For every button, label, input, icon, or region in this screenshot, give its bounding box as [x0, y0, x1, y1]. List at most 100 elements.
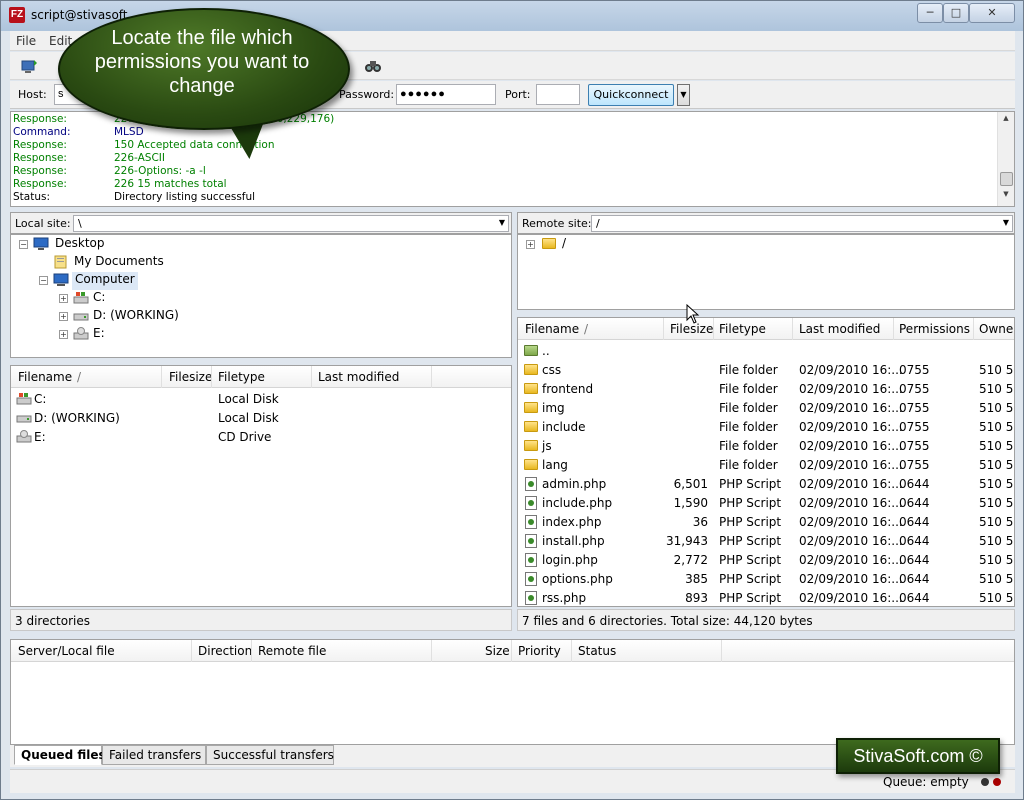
drive-d-icon: [16, 415, 32, 423]
file-name: install.php: [542, 534, 605, 548]
log-message: Directory listing successful: [114, 191, 256, 203]
queue-status: Queue: empty: [883, 775, 969, 789]
callout-text: Locate the file which permissions you wa…: [94, 27, 310, 97]
folder-icon: [524, 459, 538, 470]
column-filename[interactable]: Filename: [18, 370, 72, 384]
file-name: include: [542, 420, 586, 434]
list-item[interactable]: img File folder 02/09/2010 16:... 0755 5…: [518, 399, 1014, 418]
column-status[interactable]: Status: [578, 644, 616, 658]
chevron-down-icon[interactable]: ▼: [1003, 218, 1009, 227]
expand-icon[interactable]: +: [59, 312, 68, 321]
column-last-modified[interactable]: Last modified: [799, 322, 880, 336]
tree-item-computer[interactable]: Computer: [72, 272, 138, 290]
port-input[interactable]: [536, 84, 580, 105]
list-item[interactable]: E: CD Drive: [11, 428, 511, 447]
column-permissions[interactable]: Permissions: [899, 322, 970, 336]
file-modified: 02/09/2010 16:...: [799, 401, 903, 415]
remote-site-bar: Remote site: / ▼: [517, 212, 1015, 234]
scroll-up-icon[interactable]: ▲: [998, 114, 1014, 128]
column-filesize[interactable]: Filesize: [670, 322, 713, 336]
tab-queued-files[interactable]: Queued files: [14, 745, 106, 765]
local-path-value: \: [78, 217, 82, 230]
list-item[interactable]: rss.php 893 PHP Script 02/09/2010 16:...…: [518, 589, 1014, 606]
list-item[interactable]: options.php 385 PHP Script 02/09/2010 16…: [518, 570, 1014, 589]
file-name: E:: [34, 430, 46, 444]
remote-path-input[interactable]: / ▼: [591, 215, 1013, 232]
column-filetype[interactable]: Filetype: [719, 322, 766, 336]
column-remote-file[interactable]: Remote file: [258, 644, 326, 658]
column-server-local-file[interactable]: Server/Local file: [18, 644, 115, 658]
scroll-thumb[interactable]: [1000, 172, 1013, 186]
list-item[interactable]: frontend File folder 02/09/2010 16:... 0…: [518, 380, 1014, 399]
file-name: admin.php: [542, 477, 607, 491]
menu-file[interactable]: File: [16, 34, 36, 48]
password-input[interactable]: ●●●●●●: [396, 84, 496, 105]
expand-icon[interactable]: +: [59, 330, 68, 339]
file-permissions: 0644: [899, 553, 930, 567]
scroll-down-icon[interactable]: ▼: [998, 190, 1014, 204]
column-priority[interactable]: Priority: [518, 644, 561, 658]
php-file-icon: [525, 515, 537, 529]
maximize-button[interactable]: □: [943, 3, 969, 23]
file-permissions: 0644: [899, 591, 930, 605]
file-owner: 510 510: [979, 363, 1014, 377]
list-item[interactable]: admin.php 6,501 PHP Script 02/09/2010 16…: [518, 475, 1014, 494]
log-type: Response:: [13, 165, 67, 177]
column-owner[interactable]: Owner: [979, 322, 1014, 336]
file-modified: 02/09/2010 16:...: [799, 382, 903, 396]
tab-successful-transfers[interactable]: Successful transfers: [206, 745, 334, 765]
password-label: Password:: [339, 88, 395, 101]
list-item[interactable]: D: (WORKING) Local Disk: [11, 409, 511, 428]
collapse-icon[interactable]: −: [39, 276, 48, 285]
list-item[interactable]: css File folder 02/09/2010 16:... 0755 5…: [518, 361, 1014, 380]
list-item[interactable]: index.php 36 PHP Script 02/09/2010 16:..…: [518, 513, 1014, 532]
folder-icon: [524, 421, 538, 432]
log-type: Status:: [13, 191, 50, 203]
expand-icon[interactable]: +: [526, 240, 535, 249]
receive-indicator-icon: [981, 778, 989, 786]
log-scrollbar[interactable]: ▲ ▼: [997, 112, 1014, 206]
file-size: 31,943: [666, 534, 708, 548]
list-item[interactable]: js File folder 02/09/2010 16:... 0755 51…: [518, 437, 1014, 456]
file-modified: 02/09/2010 16:...: [799, 458, 903, 472]
list-item[interactable]: install.php 31,943 PHP Script 02/09/2010…: [518, 532, 1014, 551]
list-item[interactable]: ..: [518, 342, 1014, 361]
list-item[interactable]: include File folder 02/09/2010 16:... 07…: [518, 418, 1014, 437]
tab-failed-transfers[interactable]: Failed transfers: [102, 745, 206, 765]
collapse-icon[interactable]: −: [19, 240, 28, 249]
file-name: C:: [34, 392, 47, 406]
local-file-list: Filename / Filesize Filetype Last modifi…: [10, 365, 512, 607]
file-modified: 02/09/2010 16:...: [799, 420, 903, 434]
my-documents-icon: [54, 255, 67, 269]
file-name: login.php: [542, 553, 598, 567]
remote-path-value: /: [596, 217, 600, 230]
column-direction[interactable]: Direction: [198, 644, 252, 658]
list-item[interactable]: lang File folder 02/09/2010 16:... 0755 …: [518, 456, 1014, 475]
column-filename[interactable]: Filename: [525, 322, 579, 336]
local-path-input[interactable]: \ ▼: [73, 215, 509, 232]
parent-folder-icon: [524, 345, 538, 356]
desktop-icon: [33, 237, 49, 250]
column-filesize[interactable]: Filesize: [169, 370, 212, 384]
chevron-down-icon[interactable]: ▼: [499, 218, 505, 227]
file-permissions: 0644: [899, 496, 930, 510]
quickconnect-button[interactable]: Quickconnect: [588, 84, 674, 106]
column-size[interactable]: Size: [485, 644, 510, 658]
remote-status: 7 files and 6 directories. Total size: 4…: [517, 609, 1015, 631]
file-modified: 02/09/2010 16:...: [799, 496, 903, 510]
minimize-button[interactable]: ─: [917, 3, 943, 23]
list-item[interactable]: C: Local Disk: [11, 390, 511, 409]
file-type: PHP Script: [719, 553, 782, 567]
file-size: 2,772: [673, 553, 708, 567]
file-modified: 02/09/2010 16:...: [799, 439, 903, 453]
column-last-modified[interactable]: Last modified: [318, 370, 399, 384]
list-item[interactable]: login.php 2,772 PHP Script 02/09/2010 16…: [518, 551, 1014, 570]
expand-icon[interactable]: +: [59, 294, 68, 303]
file-permissions: 0755: [899, 439, 930, 453]
list-item[interactable]: include.php 1,590 PHP Script 02/09/2010 …: [518, 494, 1014, 513]
close-button[interactable]: ✕: [969, 3, 1015, 23]
search-remote-files-icon[interactable]: [364, 57, 382, 75]
quickconnect-history-dropdown[interactable]: ▼: [677, 84, 690, 106]
site-manager-icon[interactable]: [20, 57, 38, 75]
column-filetype[interactable]: Filetype: [218, 370, 265, 384]
